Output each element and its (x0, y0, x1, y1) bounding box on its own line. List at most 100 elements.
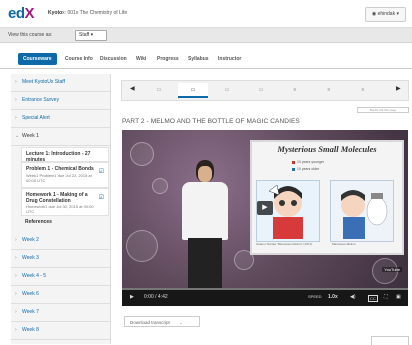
download-transcript-label: Download transcript (130, 320, 170, 325)
legend-text: 10 years older (297, 167, 320, 171)
subsection-lecture-1[interactable]: Lecture 1: Introduction - 27 minutes (21, 147, 109, 163)
slide-title: Mysterious Small Molecules (277, 144, 377, 154)
top-header: edX Kyotox: 001x The Chemistry of Life ◉… (0, 0, 412, 28)
sidebar-section-entrance-survey[interactable]: › Entrance Survey (11, 92, 110, 110)
chevron-right-icon: › (15, 309, 17, 315)
subsection-due: Week1 Problem1 due Jul 22, 2015 at 00:00… (26, 173, 92, 183)
course-org: Kyoto (48, 10, 63, 16)
chevron-right-icon: › (15, 327, 17, 333)
sequence-navigation: ◀ ▭ ▭ ▭ ▭ ≡ ≡ ≡ ▶ (121, 80, 409, 101)
sidebar-section-week-2[interactable]: › Week 2 (11, 232, 110, 250)
course-navigation: › Meet KyotoUx Staff › Entrance Survey ›… (11, 74, 111, 344)
section-label: Week 4 - 5 (22, 273, 47, 279)
sidebar-section-week-1[interactable]: ⌄ Week 1 (11, 128, 110, 146)
view-as-bar: View this course as: Staff ▾ (0, 28, 412, 43)
speed-button[interactable]: 1.0x (328, 294, 338, 300)
section-label: Entrance Survey (22, 97, 59, 103)
username: ehindak (377, 11, 396, 17)
blue-square-icon (292, 167, 295, 171)
bookmark-button[interactable]: Bookmark this page (357, 107, 409, 113)
tab-instructor[interactable]: Instructor (213, 53, 246, 65)
volume-icon[interactable]: ◀) (350, 294, 356, 300)
unit-title: PART 2 - MELMO AND THE BOTTLE OF MAGIC C… (122, 118, 300, 125)
video-player[interactable]: Mysterious Small Molecules 10 years youn… (122, 130, 408, 306)
sequence-item[interactable]: ▭ (212, 83, 242, 98)
view-as-label: View this course as: (8, 32, 53, 38)
chevron-down-icon: ▾ (90, 32, 94, 38)
view-as-value: Staff (79, 32, 90, 38)
chevron-right-icon: › (15, 291, 17, 297)
fullscreen-icon[interactable]: ⛶ (384, 294, 388, 300)
play-icon[interactable]: ▶ (130, 294, 134, 300)
sequence-item[interactable]: ≡ (280, 83, 310, 98)
section-label: Week 2 (22, 237, 39, 243)
chevron-right-icon: › (15, 255, 17, 261)
red-square-icon (292, 160, 295, 164)
sidebar-section-special-alert[interactable]: › Special Alert (11, 110, 110, 128)
section-label: Week 8 (22, 327, 39, 333)
subsection-homework-1[interactable]: Homework 1 - Making of a Drug Constellat… (21, 188, 109, 216)
subsection-references[interactable]: References (21, 216, 107, 226)
bubble-decoration (126, 230, 158, 262)
user-menu-button[interactable]: ◉ ehindak ▾ (364, 7, 406, 22)
section-label: Week 1 (22, 133, 39, 139)
legend-text: 10 years younger (297, 160, 325, 164)
tab-courseware[interactable]: Courseware (18, 53, 57, 65)
sequence-item[interactable]: ▭ (246, 83, 276, 98)
bubble-decoration (130, 142, 154, 166)
slide-caption: Marvelous Melmo (332, 242, 356, 246)
youtube-logo[interactable]: YouTube (382, 267, 402, 272)
section-label: Week 7 (22, 309, 39, 315)
chevron-down-icon: ⌄ (15, 133, 20, 139)
section-label: Special Alert (22, 115, 50, 121)
tab-course-info[interactable]: Course Info (60, 53, 98, 65)
chevron-right-icon: › (15, 237, 17, 243)
sidebar-section-week-3[interactable]: › Week 3 (11, 250, 110, 268)
video-controls: ▶ 0:00 / 4:42 SPEED 1.0x ◀) CC ⛶ ▣ (122, 290, 408, 306)
section-label: Week 6 (22, 291, 39, 297)
play-icon[interactable]: ▶ (257, 201, 273, 215)
tab-progress[interactable]: Progress (152, 53, 184, 65)
download-transcript-button[interactable]: Download transcript ⌄ (124, 316, 200, 327)
speed-label: SPEED (308, 294, 322, 299)
chevron-right-icon: › (15, 97, 17, 103)
video-time: 0:00 / 4:42 (144, 294, 168, 300)
slide-legend-item: 10 years older (292, 167, 319, 171)
lecturer-figure (178, 160, 232, 300)
chevron-right-icon: › (15, 115, 17, 121)
tab-discussion[interactable]: Discussion (95, 53, 132, 65)
sequence-item-active[interactable]: ▭ (178, 83, 208, 98)
slide-caption: Osamu Tezuka "Marvelous Melmo" (1971) (256, 242, 313, 246)
subsection-title: Homework 1 - Making of a Drug Constellat… (26, 192, 88, 204)
hd-icon[interactable]: ▣ (396, 294, 401, 300)
graded-icon: ☑ (98, 195, 104, 201)
closed-captions-button[interactable]: CC (368, 295, 378, 302)
tab-syllabus[interactable]: Syllabus (183, 53, 214, 65)
edx-logo[interactable]: edX (8, 5, 35, 22)
sidebar-section-week-8[interactable]: › Week 8 (11, 322, 110, 340)
course-name: x: 001x The Chemistry of Life (62, 10, 128, 16)
graded-icon: ☑ (98, 169, 104, 175)
subsection-problem-1[interactable]: Problem 1 - Chemical Bonds Week1 Problem… (21, 162, 109, 188)
sidebar-section-staff[interactable]: › Meet KyotoUx Staff (11, 74, 110, 92)
lecture-slide: Mysterious Small Molecules 10 years youn… (250, 140, 404, 255)
melmo-illustration-right (330, 180, 394, 242)
chevron-down-icon: ⌄ (179, 320, 183, 325)
sidebar-section-week-7[interactable]: › Week 7 (11, 304, 110, 322)
next-arrow-icon[interactable]: ▶ (396, 85, 401, 92)
sidebar-section-week-4-5[interactable]: › Week 4 - 5 (11, 268, 110, 286)
view-as-select[interactable]: Staff ▾ (75, 30, 107, 41)
slide-legend-item: 10 years younger (292, 160, 324, 164)
sidebar-section-week-6[interactable]: › Week 6 (11, 286, 110, 304)
sequence-item[interactable]: ≡ (314, 83, 344, 98)
bubble-decoration (152, 178, 168, 194)
previous-arrow-icon[interactable]: ◀ (130, 85, 135, 92)
chevron-right-icon: › (15, 79, 17, 85)
subsection-due: Homework1 due Jul 30, 2015 at 00:00 UTC (26, 204, 94, 214)
subsection-title: References (25, 219, 52, 225)
cartoon-characters-icon (341, 190, 388, 239)
course-tabs: Courseware Course Info Discussion Wiki P… (0, 50, 412, 69)
sequence-item[interactable]: ≡ (348, 83, 378, 98)
tab-wiki[interactable]: Wiki (131, 53, 151, 65)
sequence-item[interactable]: ▭ (144, 83, 174, 98)
